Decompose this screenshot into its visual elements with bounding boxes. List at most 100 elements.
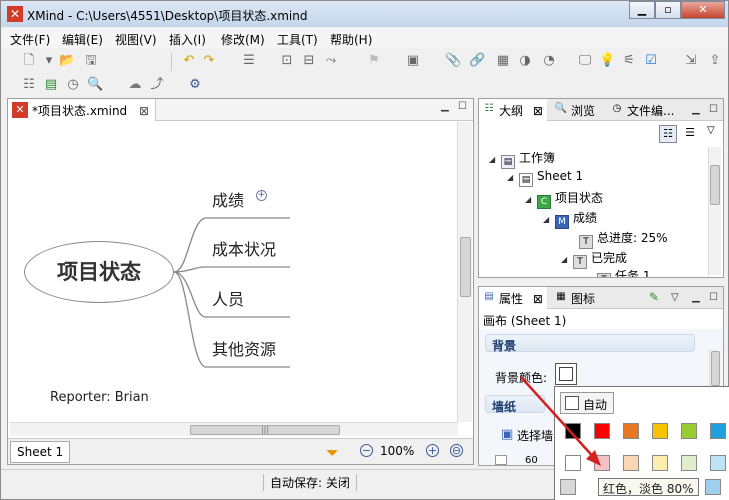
maximize-pane-icon[interactable]: ☐ [458,102,468,112]
filter-icon[interactable]: ⚟ [621,53,637,69]
close-tab-icon[interactable]: ⊠ [533,104,543,118]
minimize-button[interactable]: ▁ [629,1,655,19]
color-swatch[interactable] [623,423,639,439]
reporter-label[interactable]: Reporter: Brian [50,390,149,405]
tab-file-editor[interactable]: ◷ 文件编... [607,99,678,121]
topic-icon[interactable]: ☰ [241,53,257,69]
wallpaper-section-header[interactable]: 墙纸 [485,395,545,414]
workbook-view-icon[interactable]: ▤ [43,77,59,93]
tree-view-toggle-icon[interactable]: ☷ [659,125,677,143]
menu-file[interactable]: 文件(F) [10,31,50,48]
choose-wallpaper-button[interactable]: 选择墙 [517,427,553,444]
wallpaper-opacity-value[interactable]: 60 [525,455,538,465]
color-swatch[interactable] [652,455,668,471]
color-swatch[interactable] [623,455,639,471]
horizontal-scroll-thumb[interactable]: ||| [190,425,340,435]
pie-icon[interactable]: ◔ [541,53,557,69]
export-icon[interactable]: ⇲ [683,53,699,69]
lightbulb-icon[interactable]: 💡 [599,53,615,69]
color-lightblue-swatch[interactable] [705,479,721,495]
minimize-pane-icon[interactable]: ▁ [692,105,702,115]
menu-modify[interactable]: 修改(M) [221,31,265,48]
background-section-header[interactable]: 背景 [485,334,695,353]
horizontal-scrollbar[interactable]: ||| [10,422,458,436]
tree-item-workbook[interactable]: ◢ ▤ 工作簿 [489,149,555,169]
color-swatch[interactable] [594,455,610,471]
color-swatch[interactable] [710,455,726,471]
expand-plus-icon[interactable]: + [256,190,267,201]
upload-icon[interactable]: ☁ [127,77,143,93]
color-gray-swatch[interactable] [560,479,576,495]
theme-icon[interactable]: ◑ [517,53,533,69]
close-tab-icon[interactable]: ⊠ [533,292,543,306]
maximize-pane-icon[interactable]: ☐ [709,105,719,115]
tree-item-done[interactable]: ◢ T 已完成 [561,249,627,269]
attachment-icon[interactable]: 📎 [445,53,461,69]
central-topic[interactable]: 项目状态 [24,241,174,303]
color-swatch[interactable] [594,423,610,439]
subtopic-icon[interactable]: ⊡ [279,53,295,69]
clock-icon[interactable]: ◷ [65,77,81,93]
collapse-arrow-icon[interactable]: ◢ [489,155,501,164]
vertical-scroll-thumb[interactable] [460,237,471,297]
task-icon[interactable]: ☑ [643,53,659,69]
wallpaper-opacity-box[interactable] [495,455,507,465]
dropdown-arrow-icon[interactable]: ▾ [41,53,57,69]
image-icon[interactable]: ▣ [405,53,421,69]
relationship-icon[interactable]: ⤳ [323,53,339,69]
new-file-icon[interactable]: 🗋 [21,53,37,69]
zoom-in-icon[interactable]: + [426,444,439,457]
redo-icon[interactable]: ↷ [201,53,217,69]
tree-item-task[interactable]: T 任务 1 [597,267,650,277]
share-link-icon[interactable]: ⤴ [149,77,165,93]
close-button[interactable]: ✕ [681,1,725,19]
menu-help[interactable]: 帮助(H) [330,31,372,48]
share-icon[interactable]: ⇪ [707,53,723,69]
branch-topic-4[interactable]: 其他资源 [212,336,276,360]
list-view-icon[interactable]: ☰ [681,125,699,143]
collapse-arrow-icon[interactable]: ◢ [507,173,519,182]
vertical-scrollbar[interactable] [457,122,472,422]
tree-item-main-topic[interactable]: ◢ M 成绩 [543,209,597,229]
mindmap-canvas[interactable]: 项目状态 成绩 + 成本状况 人员 其他资源 Reporter: Brian [10,122,460,422]
bg-color-button[interactable] [555,363,577,385]
maximize-button[interactable]: ▫ [655,1,681,19]
gear-icon[interactable]: ⚙ [187,77,203,93]
filter-funnel-icon[interactable]: ⏷ [326,443,339,463]
collapse-arrow-icon[interactable]: ◢ [525,195,537,204]
outline-view-icon[interactable]: ☷ [21,77,37,93]
tab-properties[interactable]: ▤ 属性 ⊠ [479,287,547,309]
boundary-icon[interactable]: ⊟ [301,53,317,69]
minimize-pane-icon[interactable]: ▁ [441,102,451,112]
tree-item-progress[interactable]: T 总进度: 25% [579,229,668,249]
menu-view[interactable]: 视图(V) [115,31,157,48]
tab-browse[interactable]: 🔍 浏览 [551,99,599,121]
minimize-pane-icon[interactable]: ▁ [692,293,702,303]
presentation-icon[interactable]: 🖵 [577,53,593,69]
branch-topic-1[interactable]: 成绩 [212,187,244,211]
search-icon[interactable]: 🔍 [87,77,103,93]
tree-item-sheet[interactable]: ◢ ▤ Sheet 1 [507,169,583,187]
menu-tools[interactable]: 工具(T) [277,31,318,48]
menu-edit[interactable]: 编辑(E) [62,31,103,48]
view-menu-icon[interactable]: ▽ [707,125,715,136]
color-swatch[interactable] [710,423,726,439]
view-menu-icon[interactable]: ▽ [671,293,681,303]
color-swatch[interactable] [681,455,697,471]
properties-scroll-thumb[interactable] [711,351,720,386]
sheet-tab-1[interactable]: Sheet 1 [10,441,71,463]
color-swatch[interactable] [565,423,581,439]
save-icon[interactable]: 🖫 [83,53,99,69]
hyperlink-icon[interactable]: 🔗 [469,53,485,69]
undo-icon[interactable]: ↶ [181,53,197,69]
menu-insert[interactable]: 插入(I) [169,31,206,48]
collapse-arrow-icon[interactable]: ◢ [561,255,573,264]
branch-topic-3[interactable]: 人员 [212,286,244,310]
open-folder-icon[interactable]: 📂 [59,53,75,69]
marker-flag-icon[interactable]: ⚑ [366,53,382,69]
maximize-pane-icon[interactable]: ☐ [709,293,719,303]
zoom-fit-icon[interactable]: ⊖ [450,444,463,457]
tab-icons[interactable]: ▦ 图标 [551,287,599,309]
zoom-out-icon[interactable]: − [360,444,373,457]
tree-item-central[interactable]: ◢ C 项目状态 [525,189,603,209]
